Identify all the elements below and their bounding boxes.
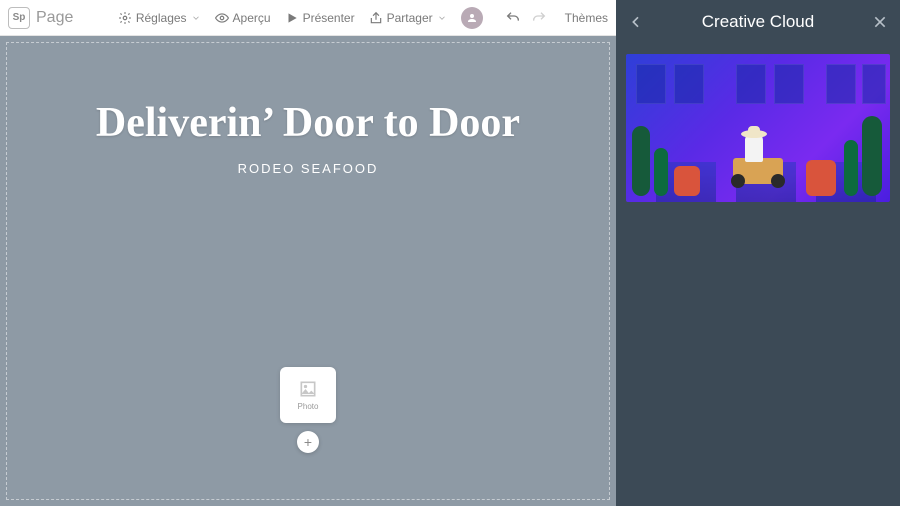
- photo-dropzone: Photo +: [280, 367, 336, 453]
- settings-label: Réglages: [136, 11, 187, 25]
- image-icon: [298, 379, 318, 399]
- redo-icon[interactable]: [531, 10, 547, 26]
- photo-label: Photo: [298, 402, 319, 411]
- undo-redo-group: [505, 10, 547, 26]
- add-block-button[interactable]: +: [297, 431, 319, 453]
- user-icon: [466, 12, 478, 24]
- add-photo-button[interactable]: Photo: [280, 367, 336, 423]
- undo-icon[interactable]: [505, 10, 521, 26]
- preview-button[interactable]: Aperçu: [215, 11, 271, 25]
- asset-thumbnail[interactable]: [626, 54, 890, 202]
- toolbar: Sp Page Réglages Aperçu Présenter Partag…: [0, 0, 616, 36]
- plus-icon: +: [304, 435, 312, 449]
- canvas[interactable]: Deliverin’ Door to Door RODEO SEAFOOD Ph…: [0, 36, 616, 506]
- eye-icon: [215, 11, 229, 25]
- chevron-down-icon: [191, 13, 201, 23]
- share-button[interactable]: Partager: [369, 11, 447, 25]
- back-button[interactable]: [616, 0, 656, 44]
- avatar-button[interactable]: [461, 7, 483, 29]
- brand-name: Page: [36, 9, 73, 27]
- creative-cloud-panel: Creative Cloud: [616, 0, 900, 506]
- brand: Sp Page: [8, 7, 73, 29]
- brand-logo-icon: Sp: [8, 7, 30, 29]
- share-icon: [369, 11, 383, 25]
- present-button[interactable]: Présenter: [285, 11, 355, 25]
- share-label: Partager: [387, 11, 433, 25]
- themes-label: Thèmes: [565, 11, 608, 25]
- close-button[interactable]: [860, 0, 900, 44]
- play-icon: [285, 11, 299, 25]
- thumbnail-foreground-art: [626, 54, 890, 202]
- page-subtitle[interactable]: RODEO SEAFOOD: [7, 161, 609, 176]
- present-label: Présenter: [303, 11, 355, 25]
- page-title[interactable]: Deliverin’ Door to Door: [7, 99, 609, 147]
- close-icon: [872, 14, 888, 30]
- chevron-left-icon: [628, 14, 644, 30]
- preview-label: Aperçu: [233, 11, 271, 25]
- side-panel-title: Creative Cloud: [702, 12, 814, 32]
- chevron-down-icon: [437, 13, 447, 23]
- gear-icon: [118, 11, 132, 25]
- app-root: Sp Page Réglages Aperçu Présenter Partag…: [0, 0, 900, 506]
- side-panel-header: Creative Cloud: [616, 0, 900, 44]
- main-column: Sp Page Réglages Aperçu Présenter Partag…: [0, 0, 616, 506]
- canvas-inner: Deliverin’ Door to Door RODEO SEAFOOD Ph…: [6, 42, 610, 500]
- settings-button[interactable]: Réglages: [118, 11, 201, 25]
- themes-button[interactable]: Thèmes: [565, 11, 608, 25]
